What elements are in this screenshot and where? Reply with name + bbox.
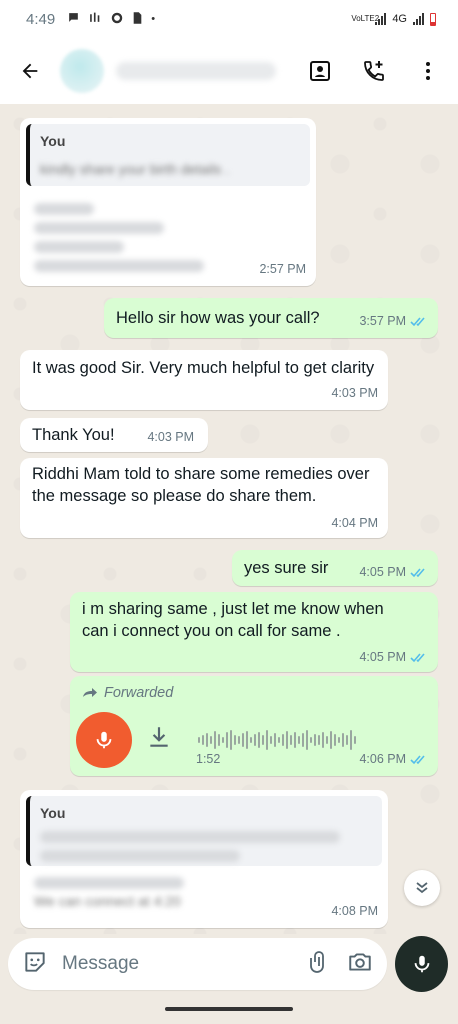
voice-message-bubble[interactable]: Forwarded 1:52 4:06 PM <box>70 676 438 776</box>
download-icon <box>150 727 168 747</box>
camera-icon <box>349 952 371 971</box>
composer-bar <box>0 934 458 994</box>
blurred-body <box>34 196 204 279</box>
quote-author: You <box>40 133 66 149</box>
contact-card-icon <box>310 61 330 81</box>
voice-duration: 1:52 <box>196 752 221 766</box>
quoted-message[interactable]: You <box>26 796 382 866</box>
chat-header <box>0 38 458 104</box>
message-time: 4:05 PM <box>359 565 406 579</box>
message-time: 4:06 PM <box>359 752 406 766</box>
message-time: 4:03 PM <box>147 430 194 444</box>
tally-notification-icon <box>88 11 102 27</box>
contact-name[interactable] <box>116 62 276 80</box>
status-time: 4:49 <box>26 10 56 28</box>
chat-notification-icon <box>67 11 80 27</box>
voice-sender-avatar <box>76 712 132 768</box>
message-bubble[interactable]: You We can connect at 4:20 4:08 PM <box>20 790 388 928</box>
attach-button[interactable] <box>307 950 331 979</box>
composer-box <box>8 938 387 990</box>
contact-avatar[interactable] <box>60 49 104 93</box>
message-time: 4:05 PM <box>359 650 406 664</box>
microphone-icon <box>414 955 429 973</box>
message-bubble[interactable]: Thank You! 4:03 PM <box>20 418 208 452</box>
arrow-left-icon <box>22 63 38 79</box>
message-time: 3:57 PM <box>359 314 406 328</box>
download-button[interactable] <box>146 724 172 756</box>
more-options-button[interactable] <box>408 51 448 91</box>
contact-card-button[interactable] <box>300 51 340 91</box>
forwarded-icon <box>83 688 97 697</box>
microphone-icon <box>96 731 112 749</box>
battery-icon <box>430 12 436 26</box>
home-gesture-handle[interactable] <box>165 1007 293 1011</box>
message-text: Thank You! <box>32 426 115 444</box>
status-bar: 4:49 • VoLTE2 4G <box>0 0 458 38</box>
sticker-button[interactable] <box>22 949 48 980</box>
message-bubble[interactable]: yes sure sir 4:05 PM <box>232 550 438 586</box>
dot-icon: • <box>151 13 156 25</box>
whatsapp-notification-icon <box>110 11 124 28</box>
message-time: 4:04 PM <box>331 516 378 530</box>
voice-record-button[interactable] <box>395 936 448 992</box>
camera-button[interactable] <box>347 949 373 980</box>
message-text: It was good Sir. Very much helpful to ge… <box>32 359 375 377</box>
message-text: yes sure sir <box>244 559 329 577</box>
read-ticks-icon <box>410 652 425 662</box>
add-call-icon <box>364 61 384 81</box>
sim-notification-icon <box>132 11 143 28</box>
volte-label: VoLTE2 <box>351 14 380 23</box>
message-input[interactable] <box>62 953 307 975</box>
paperclip-icon <box>310 950 324 973</box>
message-time: 2:57 PM <box>259 262 306 276</box>
message-text: i m sharing same , just let me know when… <box>82 600 384 640</box>
message-text: We can connect at 4:20 <box>34 893 181 909</box>
forwarded-label: Forwarded <box>104 685 174 701</box>
read-ticks-icon <box>410 316 425 326</box>
double-chevron-down-icon <box>416 882 428 894</box>
quote-author: You <box>40 805 66 821</box>
signal-icon <box>375 13 387 25</box>
read-ticks-icon <box>410 567 425 577</box>
message-text: Riddhi Mam told to share some remedies o… <box>32 465 370 505</box>
message-bubble[interactable]: You kindly share your birth details . 2:… <box>20 118 316 286</box>
message-bubble[interactable]: Hello sir how was your call? 3:57 PM <box>104 298 438 338</box>
message-time: 4:03 PM <box>331 386 378 400</box>
quote-text: kindly share your birth details . <box>40 161 230 177</box>
more-vert-icon <box>426 62 430 80</box>
voice-waveform[interactable] <box>198 729 356 751</box>
chat-area[interactable]: You kindly share your birth details . 2:… <box>0 104 458 934</box>
message-bubble[interactable]: Riddhi Mam told to share some remedies o… <box>20 458 388 538</box>
back-button[interactable] <box>10 51 50 91</box>
message-bubble[interactable]: i m sharing same , just let me know when… <box>70 592 438 672</box>
read-ticks-icon <box>410 754 425 764</box>
signal-2-icon <box>413 13 424 25</box>
navigation-bar <box>0 994 458 1024</box>
sticker-icon <box>25 951 45 972</box>
quoted-message[interactable]: You kindly share your birth details . <box>26 124 310 186</box>
network-type-label: 4G <box>392 13 407 25</box>
message-bubble[interactable]: It was good Sir. Very much helpful to ge… <box>20 350 388 410</box>
add-call-button[interactable] <box>354 51 394 91</box>
message-text: Hello sir how was your call? <box>116 309 320 327</box>
scroll-to-bottom-button[interactable] <box>404 870 440 906</box>
message-time: 4:08 PM <box>331 904 378 918</box>
